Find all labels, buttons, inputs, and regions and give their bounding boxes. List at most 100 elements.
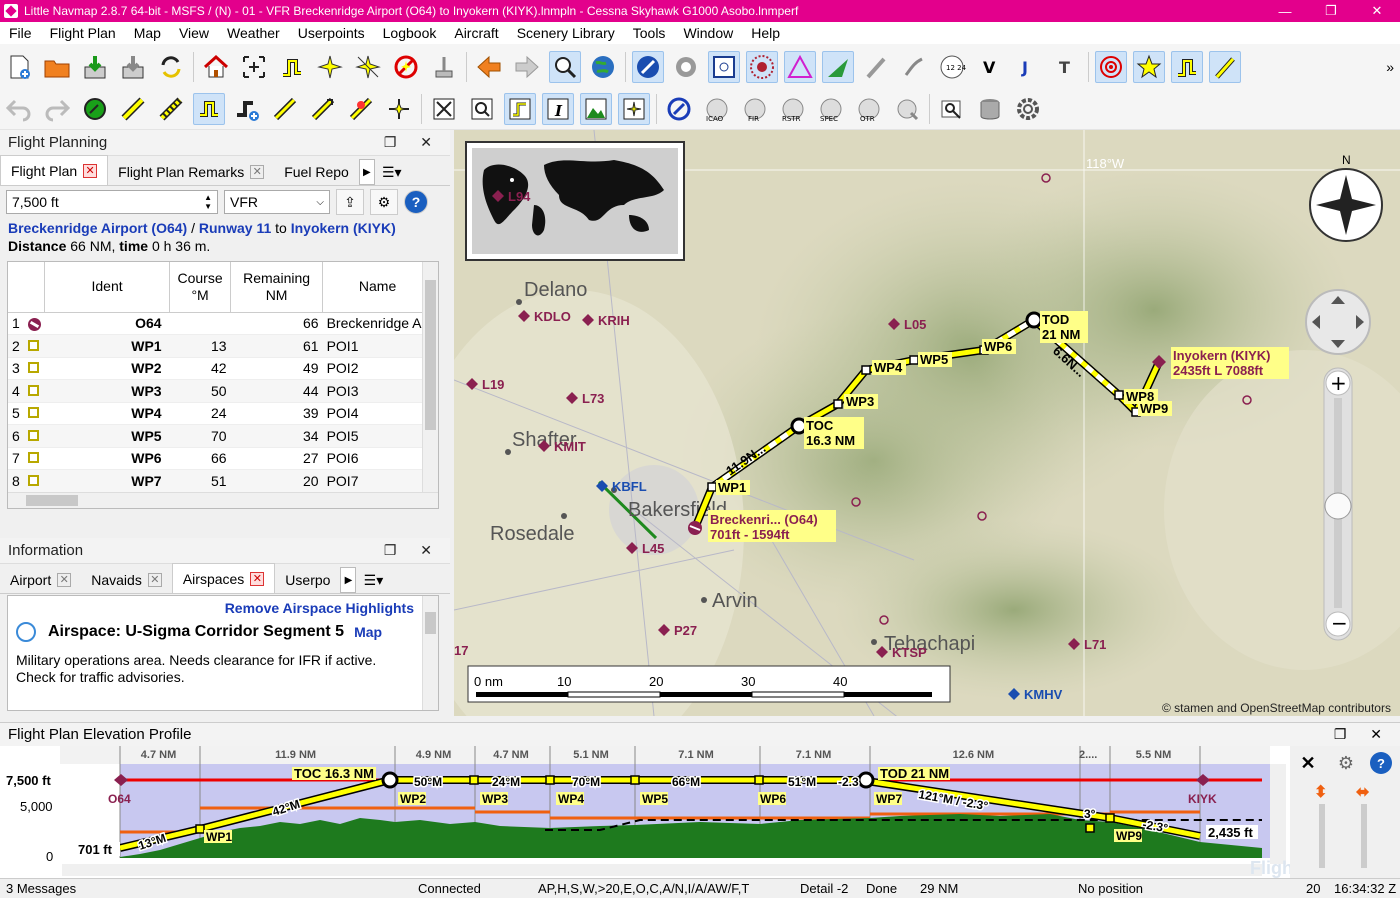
- table-row[interactable]: 3 WP2 42 49 POI2: [8, 357, 433, 380]
- table-row[interactable]: 4 WP3 50 44 POI3: [8, 379, 433, 403]
- vertical-zoom-icon[interactable]: ⬍: [1314, 782, 1327, 802]
- add-waypoint-icon[interactable]: [231, 93, 263, 125]
- horizontal-zoom-icon[interactable]: ⬌: [1356, 782, 1369, 802]
- text-labels-icon[interactable]: I: [542, 92, 574, 125]
- toolbar-overflow-icon[interactable]: »: [1386, 59, 1394, 75]
- tab-userpoints[interactable]: Userpo: [275, 567, 341, 593]
- direct-calc-icon[interactable]: [193, 92, 225, 125]
- delete-aircraft-icon[interactable]: [390, 51, 422, 83]
- waypoint-triangle-icon[interactable]: [784, 50, 816, 83]
- zoom-out-button[interactable]: −: [1331, 611, 1348, 635]
- col-remaining[interactable]: Remaining NM: [230, 262, 324, 313]
- zoom-in-map-icon[interactable]: [466, 93, 498, 125]
- map-airport-p27[interactable]: P27: [658, 623, 697, 638]
- zoom-map-icon[interactable]: [549, 50, 581, 83]
- calc-route-icon[interactable]: [79, 93, 111, 125]
- tab-flight-plan-remarks[interactable]: Flight Plan Remarks ✕: [108, 159, 275, 185]
- profile-help-icon[interactable]: ?: [1370, 752, 1392, 774]
- map-airport-l19[interactable]: L19: [466, 377, 504, 392]
- table-row[interactable]: 8 WP7 51 20 POI7: [8, 469, 433, 493]
- msa-icon[interactable]: 12 24: [936, 51, 968, 83]
- menu-tools[interactable]: Tools: [624, 25, 675, 41]
- flight-plan-line-icon[interactable]: [1171, 50, 1203, 83]
- tab-flight-plan[interactable]: Flight Plan ✕: [0, 155, 109, 185]
- minimize-button[interactable]: —: [1262, 4, 1308, 19]
- map-airport-l94[interactable]: L94: [492, 189, 531, 204]
- zoom-in-button[interactable]: +: [1330, 371, 1347, 395]
- menu-userpoints[interactable]: Userpoints: [289, 25, 374, 41]
- map-airport-l05[interactable]: L05: [888, 317, 926, 332]
- new-flight-plan-icon[interactable]: [3, 51, 35, 83]
- close-tab-icon[interactable]: ✕: [83, 163, 98, 178]
- elevation-profile[interactable]: 4.7 NM 11.9 NM 4.9 NM 4.7 NM 5.1 NM 7.1 NM 7.1…: [0, 746, 1354, 878]
- fit-route-icon[interactable]: [428, 93, 460, 125]
- help-icon[interactable]: ?: [404, 190, 428, 214]
- aircraft-map-icon[interactable]: [618, 92, 650, 125]
- globe-icon[interactable]: [587, 51, 619, 83]
- airspace-icon[interactable]: [663, 93, 695, 125]
- append-leg-icon[interactable]: [307, 93, 339, 125]
- star-icon[interactable]: [1133, 50, 1165, 83]
- tab-fuel-report[interactable]: Fuel Repo: [274, 159, 359, 185]
- redo-icon[interactable]: [41, 93, 73, 125]
- close-tab-icon[interactable]: ✕: [250, 165, 265, 179]
- fir-airspace-icon[interactable]: FIR: [739, 93, 771, 125]
- route-icon[interactable]: [276, 51, 308, 83]
- airway-icon[interactable]: [898, 51, 930, 83]
- other-airspace-icon[interactable]: OTR: [853, 93, 885, 125]
- search-map-icon[interactable]: [936, 93, 968, 125]
- flight-type-select[interactable]: VFR ⌵: [224, 190, 330, 214]
- save-icon[interactable]: [79, 51, 111, 83]
- menu-window[interactable]: Window: [674, 25, 742, 41]
- destination-link[interactable]: Inyokern (KIYK): [291, 220, 396, 236]
- aircraft-trail-icon[interactable]: [352, 51, 384, 83]
- show-route-icon[interactable]: [504, 92, 536, 125]
- jet-airways-icon[interactable]: J: [1012, 51, 1044, 83]
- reload-icon[interactable]: [155, 51, 187, 83]
- clear-icon[interactable]: [428, 51, 460, 83]
- ils-icon[interactable]: [822, 50, 854, 83]
- gear-compass-icon[interactable]: [670, 51, 702, 83]
- database-icon[interactable]: [974, 93, 1006, 125]
- menu-aircraft[interactable]: Aircraft: [445, 25, 507, 41]
- menu-file[interactable]: File: [0, 25, 41, 41]
- radionav-calc-icon[interactable]: [155, 93, 187, 125]
- table-vertical-scrollbar[interactable]: [422, 262, 438, 494]
- map-view[interactable]: 118°W Delano Shafter Rosedale Bakersfiel…: [454, 130, 1400, 716]
- ndb-icon[interactable]: [746, 50, 778, 83]
- special-airspace-icon[interactable]: SPEC: [815, 93, 847, 125]
- menu-weather[interactable]: Weather: [218, 25, 289, 41]
- open-folder-icon[interactable]: [41, 51, 73, 83]
- flight-plan-table[interactable]: Ident Course °M Remaining NM Name 1 O64 6…: [7, 261, 439, 509]
- menu-logbook[interactable]: Logbook: [374, 25, 446, 41]
- table-row[interactable]: 7 WP6 66 27 POI6: [8, 447, 433, 470]
- airspace-settings-icon[interactable]: [891, 93, 923, 125]
- table-row[interactable]: 1 O64 66 Breckenridge Ai: [8, 312, 433, 335]
- tab-scroll-right-icon[interactable]: ▶: [358, 159, 375, 185]
- cruise-altitude-spinbox[interactable]: 7,500 ft ▲ ▼: [6, 190, 218, 214]
- map-airport-l45[interactable]: L45: [626, 541, 664, 556]
- close-button[interactable]: ✕: [1354, 3, 1400, 19]
- export-icon[interactable]: ⇪: [336, 189, 364, 215]
- menu-map[interactable]: Map: [125, 25, 170, 41]
- insert-leg-icon[interactable]: [269, 93, 301, 125]
- vertical-zoom-slider[interactable]: [1319, 804, 1325, 868]
- map-airport-l71[interactable]: L71: [1068, 637, 1106, 652]
- back-icon[interactable]: [473, 51, 505, 83]
- terrain-icon[interactable]: [580, 92, 612, 125]
- maximize-button[interactable]: ❐: [1308, 3, 1354, 19]
- menu-scenery-library[interactable]: Scenery Library: [508, 25, 624, 41]
- zoom-slider[interactable]: + −: [1323, 367, 1353, 641]
- flash-leg-icon[interactable]: [345, 93, 377, 125]
- map-canvas[interactable]: 118°W Delano Shafter Rosedale Bakersfiel…: [454, 130, 1400, 716]
- remove-highlights-link[interactable]: Remove Airspace Highlights: [16, 600, 430, 616]
- settings-icon[interactable]: ⚙: [370, 189, 398, 215]
- menu-view[interactable]: View: [170, 25, 218, 41]
- dock-buttons[interactable]: ❐ ✕: [384, 542, 442, 559]
- restricted-airspace-icon[interactable]: RSTR: [777, 93, 809, 125]
- dock-buttons[interactable]: ❐ ✕: [384, 134, 442, 151]
- horizontal-zoom-slider[interactable]: [1361, 804, 1367, 868]
- pan-control[interactable]: [1305, 289, 1371, 355]
- tab-menu-icon[interactable]: ☰▾: [375, 159, 409, 185]
- target-icon[interactable]: [1095, 50, 1127, 83]
